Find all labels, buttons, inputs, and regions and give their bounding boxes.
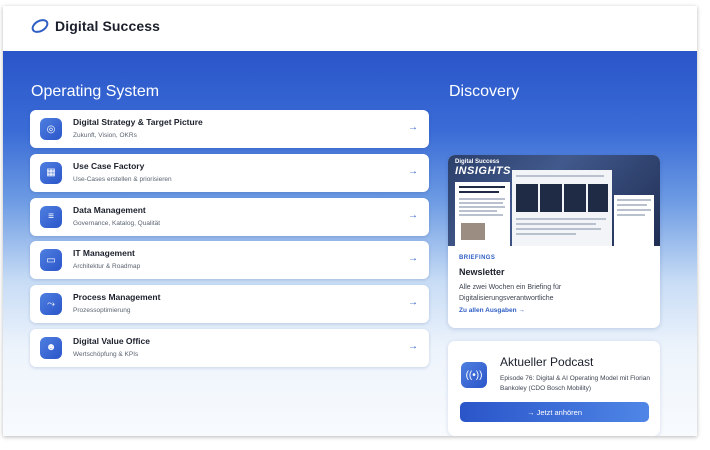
os-card-subtitle: Prozessoptimierung: [73, 307, 131, 315]
cover-text-line: [459, 214, 503, 216]
os-card-title: Use Case Factory: [73, 160, 145, 171]
os-card-title: Digital Value Office: [73, 335, 150, 346]
arrow-right-icon: →: [408, 253, 418, 265]
os-card-title: IT Management: [73, 248, 135, 259]
broadcast-icon: ((•)): [461, 362, 487, 388]
arrow-right-icon: →: [408, 297, 418, 309]
cover-text-line: [617, 214, 645, 216]
process-icon: ⤳: [40, 293, 62, 316]
os-card-subtitle: Zukunft, Vision, OKRs: [73, 132, 137, 139]
cover-brand-big: INSIGHTS: [455, 165, 511, 177]
cover-text-line: [516, 175, 604, 177]
brand-logo[interactable]: Digital Success: [29, 16, 160, 36]
site-header: Digital Success: [3, 6, 697, 51]
newsletter-title: Newsletter: [459, 267, 505, 277]
cover-page-right: [614, 195, 654, 246]
arrow-right-icon: →: [408, 122, 418, 133]
cover-block: [540, 184, 562, 212]
cover-page-center: [512, 170, 612, 246]
os-card-data-management[interactable]: ≡ Data Management Governance, Katalog, Q…: [30, 197, 429, 236]
newsletter-cover-image: Digital Success INSIGHTS: [448, 155, 660, 246]
cover-photo: [461, 223, 485, 240]
all-issues-link[interactable]: Zu allen Ausgaben →: [459, 307, 525, 314]
brand-name: Digital Success: [55, 18, 160, 34]
podcast-card: ((•)) Aktueller Podcast Episode 76: Digi…: [448, 341, 660, 436]
grid-icon: ▦: [40, 161, 62, 184]
discovery-title: Discovery: [449, 83, 520, 100]
os-card-use-case-factory[interactable]: ▦ Use Case Factory Use-Cases erstellen &…: [30, 153, 429, 192]
os-card-it-management[interactable]: ▭ IT Management Architektur & Roadmap →: [30, 241, 429, 280]
operating-system-list: ◎ Digital Strategy & Target Picture Zuku…: [30, 110, 429, 373]
os-card-subtitle: Governance, Katalog, Qualität: [73, 219, 161, 227]
cover-text-line: [516, 228, 601, 230]
logo-ring-icon: [29, 16, 51, 36]
laptop-icon: ▭: [40, 249, 62, 272]
newsletter-card[interactable]: Digital Success INSIGHTS BRIEFINGS Newsl…: [448, 155, 660, 328]
os-card-subtitle: Wertschöpfung & KPIs: [73, 350, 139, 358]
newsletter-description: Alle zwei Wochen ein Briefing für Digita…: [459, 284, 562, 302]
os-card-process-management[interactable]: ⤳ Process Management Prozessoptimierung …: [30, 285, 429, 324]
cover-text-line: [459, 198, 505, 200]
os-card-title: Data Management: [73, 204, 146, 215]
arrow-right-icon: →: [408, 340, 418, 352]
cover-block: [516, 184, 538, 212]
os-card-title: Digital Strategy & Target Picture: [73, 117, 203, 127]
database-icon: ≡: [40, 205, 62, 228]
cover-text-line: [516, 233, 576, 235]
podcast-episode-description: Episode 76: Digital & AI Operating Model…: [500, 375, 650, 392]
os-card-subtitle: Use-Cases erstellen & priorisieren: [73, 175, 172, 183]
cover-text-line: [516, 223, 596, 225]
podcast-title: Aktueller Podcast: [500, 355, 594, 369]
cover-text-line: [617, 209, 651, 211]
cover-block: [564, 184, 586, 212]
listen-now-button[interactable]: → Jetzt anhören: [460, 402, 649, 422]
cover-text-line: [617, 199, 651, 201]
cover-text-line: [459, 202, 503, 204]
operating-system-title: Operating System: [31, 83, 160, 100]
cover-text-line: [459, 191, 499, 193]
os-card-title: Process Management: [73, 292, 161, 303]
cover-text-line: [459, 210, 497, 212]
cover-text-line: [516, 218, 606, 220]
cover-text-line: [617, 204, 647, 206]
os-card-digital-value-office[interactable]: ☻ Digital Value Office Wertschöpfung & K…: [30, 328, 429, 367]
os-card-subtitle: Architektur & Roadmap: [73, 263, 141, 271]
page-frame: Digital Success Operating System Discove…: [3, 6, 697, 436]
target-icon: ◎: [40, 118, 62, 140]
cover-text-line: [459, 206, 505, 208]
newsletter-category-label: BRIEFINGS: [459, 255, 496, 261]
arrow-right-icon: →: [408, 165, 418, 177]
arrow-right-icon: →: [408, 209, 418, 221]
cover-text-line: [459, 186, 505, 188]
os-card-digital-strategy[interactable]: ◎ Digital Strategy & Target Picture Zuku…: [30, 110, 429, 148]
team-icon: ☻: [40, 336, 62, 359]
cover-block: [588, 184, 608, 212]
